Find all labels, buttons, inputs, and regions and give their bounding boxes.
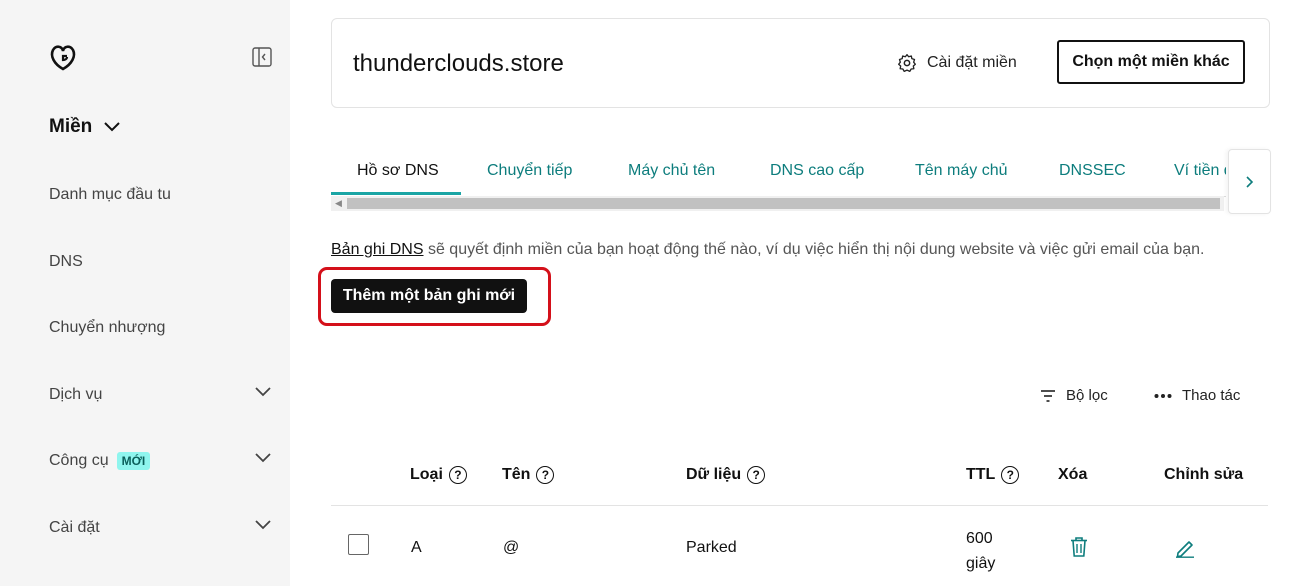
trash-icon[interactable] (1070, 537, 1088, 557)
record-data: Parked (686, 539, 737, 556)
column-header-delete: Xóa (1058, 466, 1087, 484)
tab-nameservers[interactable]: Máy chủ tên (628, 162, 715, 180)
filter-icon (1041, 389, 1055, 402)
column-ttl-label: TTL (966, 466, 996, 483)
dns-description-text: sẽ quyết định miền của bạn hoạt động thế… (423, 241, 1205, 258)
tab-dns-records[interactable]: Hồ sơ DNS (357, 162, 439, 180)
tab-premium-dns[interactable]: DNS cao cấp (770, 162, 864, 180)
column-type-label: Loại (410, 466, 443, 483)
column-header-type[interactable]: Loại ? (410, 466, 467, 484)
more-dots-icon (1154, 393, 1172, 398)
record-name: @ (503, 539, 520, 556)
record-ttl-unit: giây (966, 555, 996, 572)
chevron-down-icon (255, 453, 271, 463)
add-new-record-button[interactable]: Thêm một bản ghi mới (331, 279, 527, 313)
scrollbar-thumb[interactable] (347, 198, 1220, 209)
column-header-ttl[interactable]: TTL ? (966, 466, 1020, 484)
tab-forwarding[interactable]: Chuyển tiếp (487, 162, 572, 180)
chevron-down-icon (104, 122, 120, 132)
domain-section-toggle[interactable]: Miền (49, 116, 120, 138)
record-ttl-value: 600 (966, 530, 993, 547)
actions-label: Thao tác (1182, 387, 1241, 404)
sidebar-item-label: Chuyển nhượng (49, 319, 166, 336)
help-icon[interactable]: ? (448, 466, 467, 484)
sidebar-item-transfer[interactable]: Chuyển nhượng (49, 319, 271, 337)
filter-label: Bộ lọc (1066, 387, 1108, 404)
table-header-divider (331, 505, 1268, 506)
active-tab-indicator (331, 192, 461, 195)
dns-tabs: Hồ sơ DNS Chuyển tiếp Máy chủ tên DNS ca… (331, 150, 1226, 197)
column-header-edit: Chỉnh sửa (1164, 466, 1243, 484)
column-edit-label: Chỉnh sửa (1164, 466, 1244, 483)
gear-icon (898, 54, 916, 73)
column-header-name[interactable]: Tên ? (502, 466, 555, 484)
tabs-scrollbar[interactable]: ◀ (331, 196, 1224, 211)
help-icon[interactable]: ? (1001, 466, 1020, 484)
record-type: A (411, 539, 422, 556)
row-checkbox[interactable] (348, 534, 369, 555)
domain-settings-link[interactable]: Cài đặt miền (897, 53, 1017, 73)
tabs-next-button[interactable] (1228, 149, 1271, 214)
dns-records-link[interactable]: Bản ghi DNS (331, 241, 424, 258)
sidebar-item-settings[interactable]: Cài đặt (49, 519, 271, 537)
sidebar-item-tools[interactable]: Công cụ MỚI (49, 452, 271, 470)
actions-button[interactable]: Thao tác (1154, 387, 1240, 404)
tab-dnssec[interactable]: DNSSEC (1059, 162, 1126, 180)
sidebar-item-dns[interactable]: DNS (49, 253, 271, 271)
domain-header-card: thunderclouds.store Cài đặt miền Chọn mộ… (331, 18, 1270, 108)
chevron-down-icon (255, 520, 271, 530)
help-icon[interactable]: ? (536, 466, 555, 484)
sidebar: Miền Danh mục đầu tu DNS Chuyển nhượng D… (0, 0, 290, 586)
column-header-data[interactable]: Dữ liệu ? (686, 466, 766, 484)
sidebar-item-label: DNS (49, 253, 83, 270)
godaddy-logo-icon[interactable] (48, 42, 78, 72)
domain-settings-label: Cài đặt miền (927, 54, 1017, 71)
tab-crypto-wallet[interactable]: Ví tiền điện tử (1174, 162, 1226, 180)
chevron-down-icon (255, 387, 271, 397)
dns-description: Bản ghi DNS sẽ quyết định miền của bạn h… (331, 241, 1205, 259)
sidebar-item-label: Công cụ (49, 452, 109, 469)
sidebar-item-services[interactable]: Dịch vụ (49, 386, 271, 404)
chevron-right-icon (1245, 175, 1253, 188)
column-name-label: Tên (502, 466, 531, 483)
new-badge: MỚI (116, 452, 151, 470)
collapse-sidebar-icon[interactable] (252, 47, 272, 67)
sidebar-item-portfolio[interactable]: Danh mục đầu tu (49, 186, 271, 204)
sidebar-item-label: Cài đặt (49, 519, 100, 536)
section-title: Miền (49, 116, 93, 137)
choose-another-domain-button[interactable]: Chọn một miền khác (1057, 40, 1245, 84)
column-delete-label: Xóa (1058, 466, 1088, 483)
pencil-edit-icon[interactable] (1176, 538, 1194, 558)
filter-button[interactable]: Bộ lọc (1040, 387, 1108, 404)
help-icon[interactable]: ? (747, 466, 766, 484)
sidebar-item-label: Dịch vụ (49, 386, 103, 403)
column-data-label: Dữ liệu (686, 466, 742, 483)
sidebar-item-label: Danh mục đầu tu (49, 186, 171, 203)
record-ttl: 600 giây (966, 526, 995, 576)
domain-name: thunderclouds.store (353, 50, 564, 77)
tab-hostnames[interactable]: Tên máy chủ (915, 162, 1007, 180)
scroll-left-arrow-icon[interactable]: ◀ (335, 198, 342, 209)
